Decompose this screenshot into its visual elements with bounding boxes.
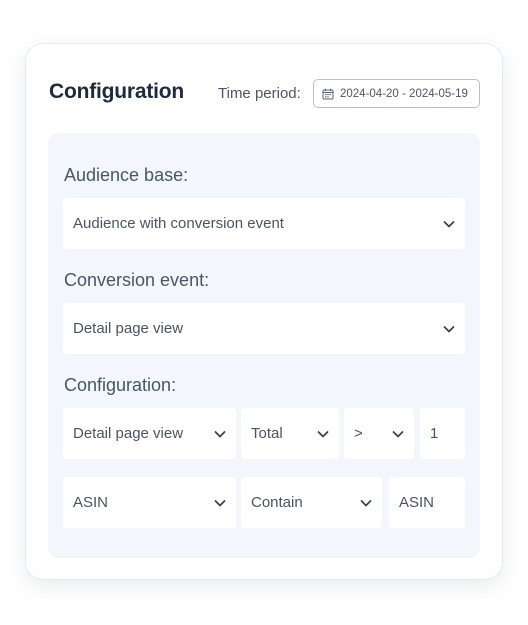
calendar-icon <box>322 88 334 99</box>
config-match-select[interactable]: Contain <box>241 477 382 528</box>
conversion-event-value: Detail page view <box>73 320 184 337</box>
chevron-down-icon <box>443 221 455 228</box>
config-event-select[interactable]: Detail page view <box>63 408 236 459</box>
config-match-value: Contain <box>251 494 303 511</box>
chevron-down-icon <box>443 326 455 333</box>
config-event-value: Detail page view <box>73 425 184 442</box>
date-range-text: 2024-04-20 - 2024-05-19 <box>340 87 468 100</box>
config-attribute-select[interactable]: ASIN <box>63 477 236 528</box>
chevron-down-icon <box>360 500 372 507</box>
date-range-picker[interactable]: 2024-04-20 - 2024-05-19 <box>313 79 480 108</box>
conversion-event-select[interactable]: Detail page view <box>63 303 465 354</box>
page-title: Configuration <box>49 80 185 103</box>
time-period-label: Time period: <box>218 85 301 102</box>
configuration-card: Configuration Time period: 2024-04-20 - … <box>25 43 503 580</box>
config-operator-select[interactable]: > <box>344 408 414 459</box>
config-asin-input[interactable]: ASIN <box>389 477 465 528</box>
chevron-down-icon <box>214 500 226 507</box>
configuration-label: Configuration: <box>64 375 177 395</box>
chevron-down-icon <box>214 431 226 438</box>
chevron-down-icon <box>317 431 329 438</box>
config-aggregate-value: Total <box>251 425 283 442</box>
config-threshold-value: 1 <box>430 425 439 442</box>
audience-base-value: Audience with conversion event <box>73 215 284 232</box>
configuration-panel: Audience base: Audience with conversion … <box>48 133 480 558</box>
config-asin-value: ASIN <box>399 494 435 511</box>
conversion-event-label: Conversion event: <box>64 270 210 290</box>
config-threshold-input[interactable]: 1 <box>420 408 465 459</box>
config-operator-value: > <box>354 425 363 442</box>
config-attribute-value: ASIN <box>73 494 109 511</box>
audience-base-select[interactable]: Audience with conversion event <box>63 198 465 249</box>
audience-base-label: Audience base: <box>64 165 189 185</box>
chevron-down-icon <box>392 431 404 438</box>
config-aggregate-select[interactable]: Total <box>241 408 339 459</box>
